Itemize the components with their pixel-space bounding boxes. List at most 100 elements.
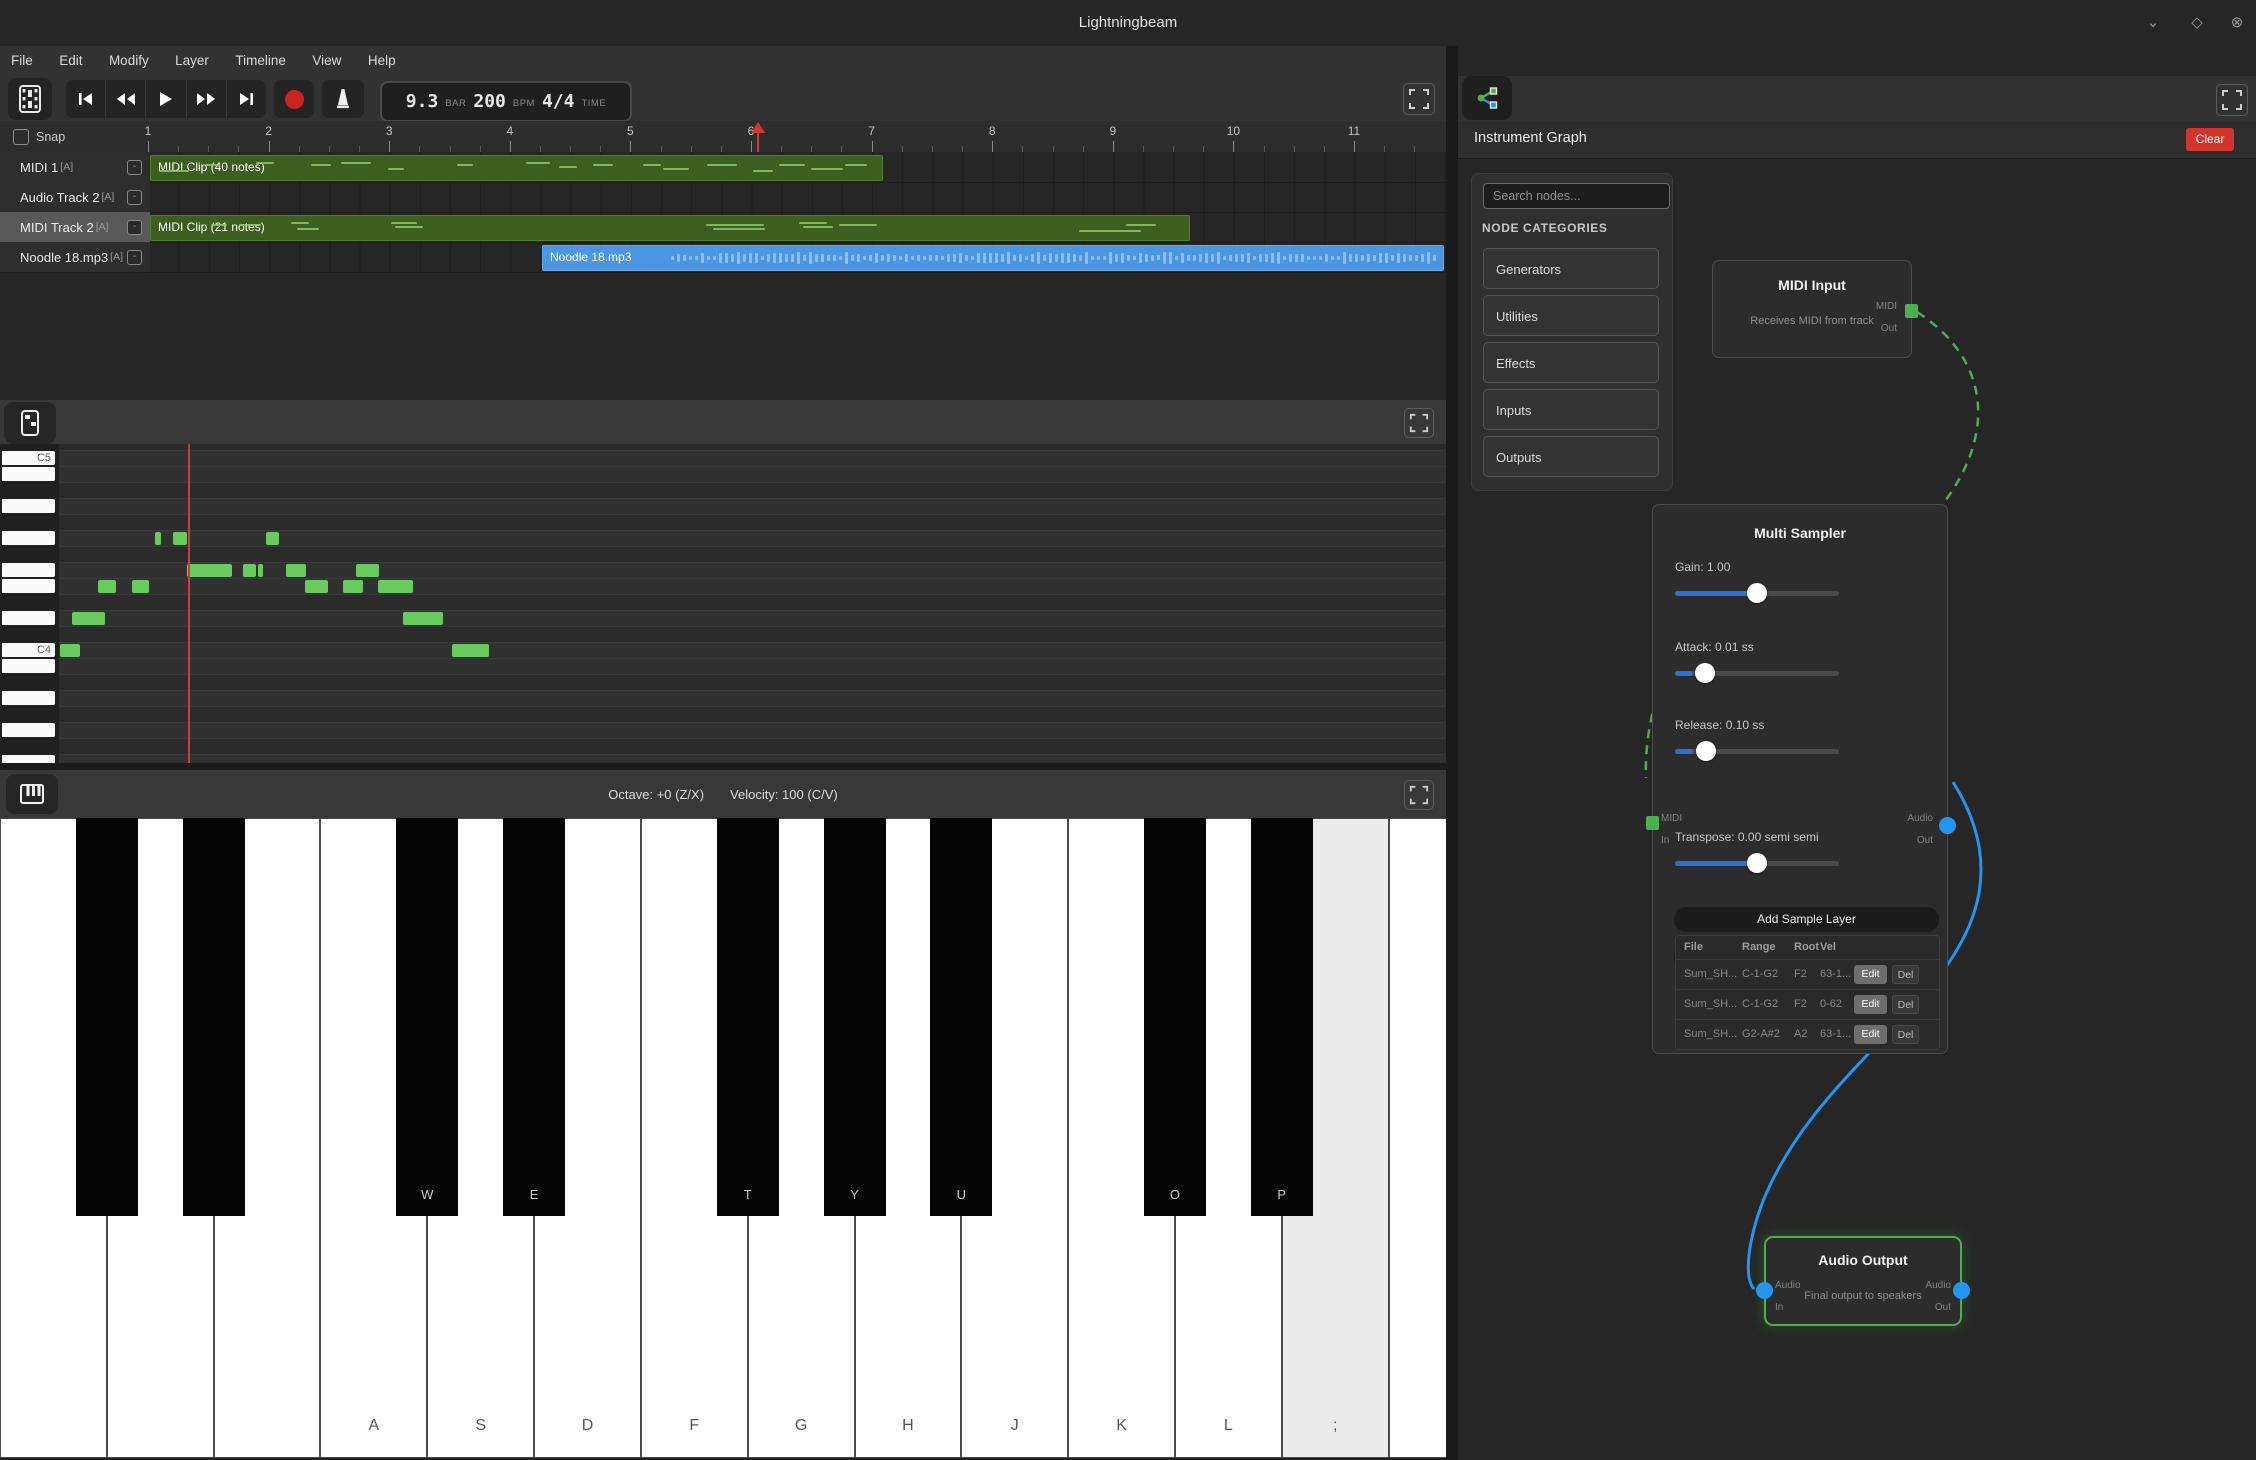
del-button[interactable]: Del: [1892, 1025, 1919, 1044]
midi-note[interactable]: [266, 532, 279, 545]
midi-note[interactable]: [356, 564, 379, 577]
black-key[interactable]: [76, 818, 138, 1216]
slider-thumb[interactable]: [1696, 741, 1716, 761]
menu-timeline[interactable]: Timeline: [224, 46, 297, 76]
keyboard-expand-button[interactable]: [1404, 780, 1434, 810]
roll-key-white[interactable]: [2, 531, 55, 545]
midi-note[interactable]: [305, 580, 328, 593]
menu-edit[interactable]: Edit: [48, 46, 93, 76]
edit-button[interactable]: Edit: [1854, 965, 1887, 984]
white-key[interactable]: [1389, 818, 1446, 1458]
tempo-display[interactable]: 9.3 BAR 200 BPM 4/4 TIME: [380, 81, 632, 122]
panel-divider[interactable]: [1446, 46, 1458, 1460]
midi-clip[interactable]: MIDI Clip (21 notes): [150, 215, 1190, 241]
node-multi-sampler[interactable]: Multi Sampler Gain: 1.00Attack: 0.01 ssR…: [1652, 504, 1948, 1054]
del-button[interactable]: Del: [1892, 965, 1919, 984]
track-header[interactable]: MIDI Track 2[A]-: [0, 212, 150, 243]
black-key[interactable]: P: [1251, 818, 1313, 1216]
edit-button[interactable]: Edit: [1854, 995, 1887, 1014]
category-utilities[interactable]: Utilities: [1483, 295, 1659, 336]
timeline-ruler[interactable]: 1234567891011: [0, 121, 1446, 153]
metronome-button[interactable]: [322, 80, 364, 118]
clear-button[interactable]: Clear: [2186, 128, 2234, 151]
track-checkbox[interactable]: -: [127, 190, 142, 205]
play-button[interactable]: [146, 80, 186, 118]
category-generators[interactable]: Generators: [1483, 248, 1659, 289]
node-midi-input[interactable]: MIDI Input Receives MIDI from track MIDI…: [1712, 260, 1912, 358]
slider-thumb[interactable]: [1695, 663, 1715, 683]
skip-end-button[interactable]: [227, 80, 266, 118]
roll-key-white[interactable]: [2, 691, 55, 705]
black-key[interactable]: W: [396, 818, 458, 1216]
black-key[interactable]: T: [717, 818, 779, 1216]
snap-checkbox[interactable]: [13, 129, 29, 145]
fast-forward-button[interactable]: [187, 80, 227, 118]
track-header[interactable]: Audio Track 2[A]-: [0, 182, 150, 213]
track-checkbox[interactable]: -: [127, 220, 142, 235]
piano-roll-grid[interactable]: [59, 444, 1446, 763]
menu-modify[interactable]: Modify: [98, 46, 160, 76]
slider-thumb[interactable]: [1747, 583, 1767, 603]
roll-key-white[interactable]: [2, 579, 55, 593]
black-key[interactable]: O: [1144, 818, 1206, 1216]
rewind-button[interactable]: [106, 80, 146, 118]
audio-in-port[interactable]: [1756, 1282, 1773, 1299]
midi-note[interactable]: [258, 564, 263, 577]
track-lane[interactable]: MIDI Clip (40 notes): [150, 152, 1446, 183]
minimize-icon[interactable]: ⌄: [2140, 10, 2166, 36]
roll-key-white[interactable]: [2, 723, 55, 737]
slider-track[interactable]: [1675, 749, 1839, 754]
track-lane[interactable]: Noodle 18.mp3: [150, 242, 1446, 273]
midi-note[interactable]: [378, 580, 413, 593]
skip-start-button[interactable]: [66, 80, 106, 118]
midi-note[interactable]: [452, 644, 489, 657]
film-icon[interactable]: [8, 78, 52, 120]
midi-out-port[interactable]: [1905, 304, 1918, 318]
slider-track[interactable]: [1675, 671, 1839, 676]
midi-note[interactable]: [243, 564, 256, 577]
track-header[interactable]: Noodle 18.mp3[A]-: [0, 242, 150, 273]
roll-key-white[interactable]: [2, 755, 55, 763]
audio-clip[interactable]: Noodle 18.mp3: [542, 245, 1444, 271]
midi-note[interactable]: [98, 580, 116, 593]
midi-in-port[interactable]: [1646, 816, 1659, 830]
slider-thumb[interactable]: [1747, 853, 1767, 873]
menu-view[interactable]: View: [301, 46, 352, 76]
track-checkbox[interactable]: -: [127, 250, 142, 265]
piano-roll-icon[interactable]: [4, 402, 56, 444]
node-graph-icon[interactable]: [1462, 76, 1512, 120]
black-key[interactable]: [183, 818, 245, 1216]
midi-note[interactable]: [173, 532, 187, 545]
category-outputs[interactable]: Outputs: [1483, 436, 1659, 477]
roll-key-white[interactable]: [2, 467, 55, 481]
roll-key-white[interactable]: [2, 611, 55, 625]
piano-roll-expand-button[interactable]: [1404, 408, 1434, 438]
track-lane[interactable]: MIDI Clip (21 notes): [150, 212, 1446, 243]
del-button[interactable]: Del: [1892, 995, 1919, 1014]
audio-out-port[interactable]: [1953, 1282, 1970, 1299]
roll-key-white[interactable]: [2, 499, 55, 513]
midi-note[interactable]: [72, 612, 105, 625]
roll-key-white[interactable]: [2, 659, 55, 673]
track-lane[interactable]: [150, 182, 1446, 213]
track-header[interactable]: MIDI 1[A]-: [0, 152, 150, 183]
category-effects[interactable]: Effects: [1483, 342, 1659, 383]
midi-note[interactable]: [286, 564, 306, 577]
menu-layer[interactable]: Layer: [164, 46, 220, 76]
add-sample-layer-button[interactable]: Add Sample Layer: [1674, 907, 1939, 932]
timeline-expand-button[interactable]: [1403, 83, 1435, 115]
search-input[interactable]: Search nodes...: [1483, 183, 1670, 209]
midi-note[interactable]: [155, 532, 161, 545]
black-key[interactable]: Y: [824, 818, 886, 1216]
midi-note[interactable]: [343, 580, 363, 593]
midi-note[interactable]: [187, 564, 232, 577]
slider-track[interactable]: [1675, 861, 1839, 866]
piano-roll-keys[interactable]: C5C4: [0, 444, 59, 763]
menu-help[interactable]: Help: [357, 46, 407, 76]
maximize-icon[interactable]: ◇: [2184, 10, 2210, 36]
black-key[interactable]: U: [930, 818, 992, 1216]
record-button[interactable]: [274, 80, 314, 118]
graph-expand-button[interactable]: [2216, 84, 2248, 116]
black-key[interactable]: E: [503, 818, 565, 1216]
audio-out-port[interactable]: [1939, 817, 1956, 834]
